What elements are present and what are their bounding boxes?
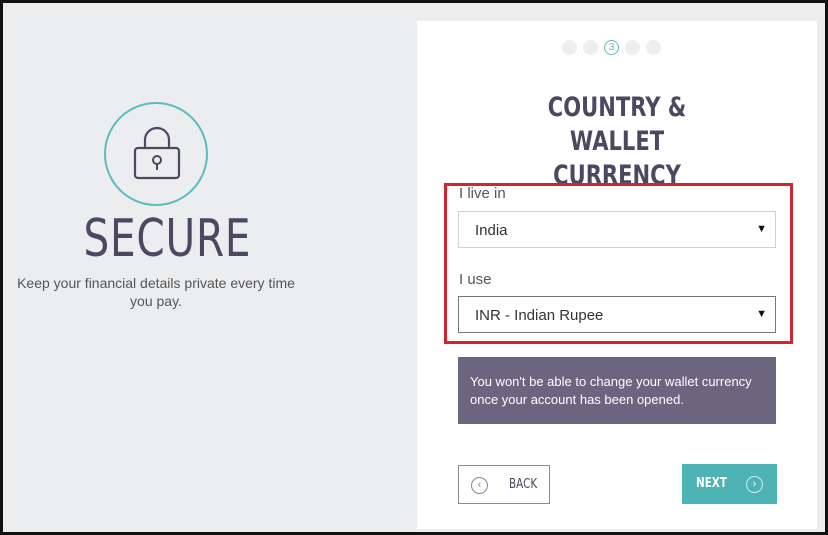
back-button-label: BACK (509, 477, 538, 492)
back-button[interactable]: ‹ BACK (458, 465, 550, 504)
step-dot (625, 39, 640, 55)
promo-title: SECURE (83, 209, 252, 269)
currency-select[interactable]: INR - Indian Rupee ▼ (458, 296, 776, 333)
page-title: COUNTRY & WALLET CURRENCY (461, 91, 773, 193)
caret-down-icon: ▼ (756, 308, 767, 320)
progress-steps: 3 (562, 39, 661, 55)
currency-label: I use (459, 271, 492, 288)
page-title-text: COUNTRY & WALLET CURRENCY (547, 92, 687, 191)
caret-down-icon: ▼ (756, 223, 767, 235)
country-select-value: India (475, 222, 508, 239)
next-button[interactable]: NEXT › (682, 464, 777, 504)
lock-badge (104, 102, 208, 206)
promo-description: Keep your financial details private ever… (17, 275, 295, 309)
currency-select-value: INR - Indian Rupee (475, 307, 604, 324)
step-dot (562, 39, 577, 55)
country-label: I live in (459, 185, 506, 202)
screen-frame: SECURE Keep your financial details priva… (0, 0, 828, 535)
next-button-label: NEXT (696, 476, 727, 491)
lock-icon (133, 126, 181, 180)
step-dot (583, 39, 598, 55)
step-dot (646, 39, 661, 55)
chevron-right-circle-icon: › (746, 476, 763, 493)
signup-card: 3 COUNTRY & WALLET CURRENCY I live in In… (417, 21, 817, 529)
currency-notice: You won't be able to change your wallet … (458, 357, 776, 424)
step-dot-current: 3 (604, 39, 619, 55)
chevron-left-circle-icon: ‹ (471, 477, 488, 494)
country-select[interactable]: India ▼ (458, 211, 776, 248)
